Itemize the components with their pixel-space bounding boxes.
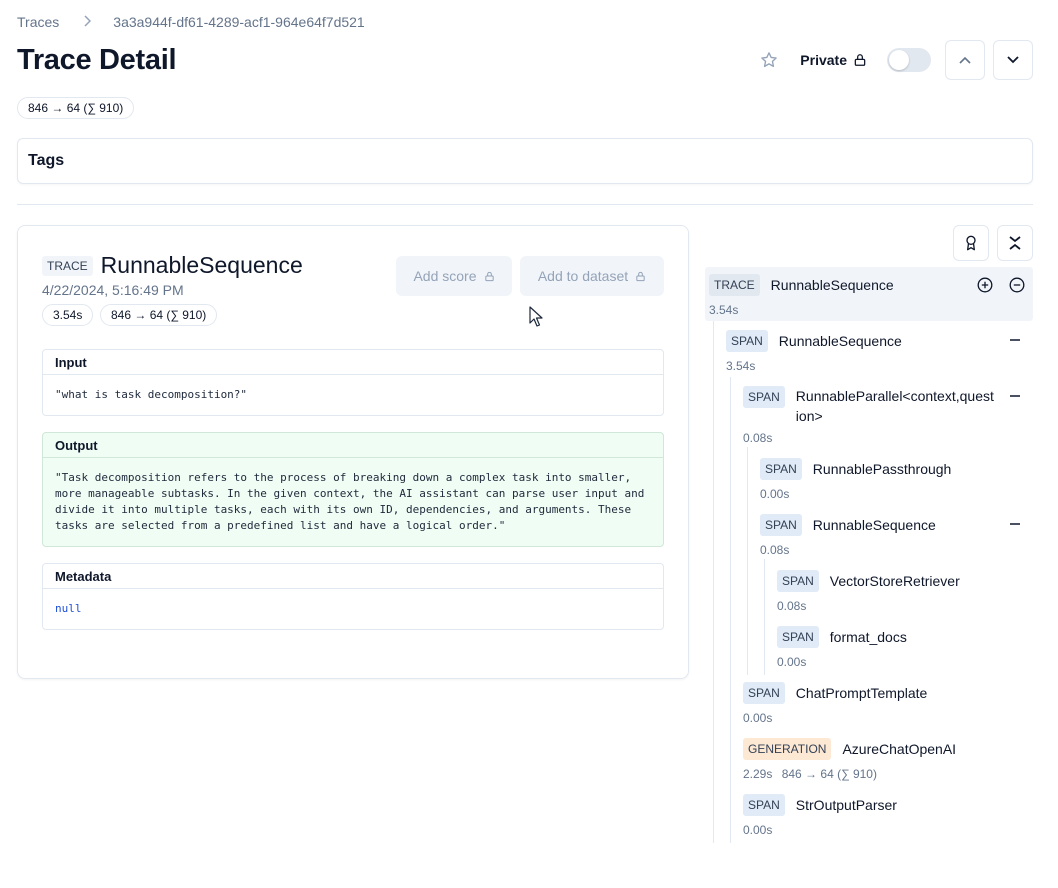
add-to-dataset-button[interactable]: Add to dataset <box>520 256 664 296</box>
tree-node-type: SPAN <box>760 458 802 480</box>
add-dataset-label: Add to dataset <box>537 268 629 284</box>
tree-guide-line <box>764 559 765 675</box>
lock-icon <box>636 271 645 281</box>
divider <box>17 204 1033 205</box>
metadata-header: Metadata <box>43 564 663 589</box>
add-score-button[interactable]: Add score <box>396 256 512 296</box>
next-trace-button[interactable] <box>993 40 1033 80</box>
observation-timestamp: 4/22/2024, 5:16:49 PM <box>42 282 184 298</box>
tree-node-type: TRACE <box>709 274 760 296</box>
tree-node-type: SPAN <box>743 794 785 816</box>
tree-node-name: VectorStoreRetriever <box>829 573 960 589</box>
breadcrumb: Traces 3a3a944f-df61-4289-acf1-964e64f7d… <box>17 13 365 31</box>
breadcrumb-trace-id: 3a3a944f-df61-4289-acf1-964e64f7d521 <box>113 14 365 30</box>
input-value[interactable]: "what is task decomposition?" <box>43 375 663 413</box>
tree-node-type: SPAN <box>743 386 785 408</box>
tree-node-latency: 0.00s <box>743 823 773 837</box>
mouse-pointer-icon <box>529 306 543 333</box>
tree-node-span[interactable]: SPAN StrOutputParser <box>743 794 897 816</box>
usage-pill: 846 → 64 (∑ 910) <box>100 304 218 326</box>
observation-name: RunnableSequence <box>100 252 303 278</box>
tree-node-span[interactable]: SPAN RunnableParallel<context,question> <box>743 386 996 426</box>
minus-circle-icon[interactable] <box>1009 277 1025 293</box>
tree-node-span[interactable]: SPAN RunnableSequence <box>760 514 936 536</box>
private-label: Private <box>800 52 867 68</box>
tree-guide-line <box>730 377 731 843</box>
tree-guide-line <box>713 321 714 843</box>
tree-node-type: SPAN <box>777 570 819 592</box>
lock-icon <box>854 54 866 66</box>
tree-node-latency: 0.08s <box>777 599 807 613</box>
tree-node-name: StrOutputParser <box>795 797 897 813</box>
minus-icon[interactable] <box>1007 332 1023 348</box>
tree-node-type: GENERATION <box>743 738 832 760</box>
star-icon[interactable] <box>760 51 778 69</box>
chevron-down-icon <box>1007 56 1019 64</box>
tree-node-name: RunnableSequence <box>770 277 894 293</box>
plus-circle-icon[interactable] <box>977 277 993 293</box>
tree-node-latency: 0.00s <box>777 655 807 669</box>
latency-badge: 3.54s <box>42 304 94 326</box>
previous-trace-button[interactable] <box>945 40 985 80</box>
tree-node-name: RunnableSequence <box>812 517 936 533</box>
tree-node-latency: 0.00s <box>760 487 790 501</box>
breadcrumb-traces-link[interactable]: Traces <box>17 14 59 30</box>
tree-node-latency-value: 2.29s <box>743 767 773 781</box>
tree-node-name: AzureChatOpenAI <box>842 741 957 757</box>
input-header: Input <box>43 350 663 375</box>
tree-node-latency: 0.08s <box>760 543 790 557</box>
output-panel: Output "Task decomposition refers to the… <box>42 432 664 547</box>
tree-node-span[interactable]: SPAN RunnablePassthrough <box>760 458 951 480</box>
input-panel: Input "what is task decomposition?" <box>42 349 664 416</box>
private-toggle[interactable] <box>887 48 931 72</box>
metadata-value[interactable]: null <box>43 589 663 627</box>
tree-node-trace[interactable]: TRACE RunnableSequence <box>709 274 894 296</box>
tags-card[interactable]: Tags <box>17 138 1033 184</box>
chevron-right-icon <box>83 14 92 30</box>
tree-node-latency: 0.08s <box>743 431 773 445</box>
usage-badge: 846 → 64 (∑ 910) <box>17 97 135 119</box>
tags-label: Tags <box>28 152 65 169</box>
add-score-label: Add score <box>413 268 477 284</box>
tree-node-name: RunnableParallel<context,question> <box>795 388 994 424</box>
tree-node-span[interactable]: SPAN ChatPromptTemplate <box>743 682 927 704</box>
header-actions: Private <box>760 40 1033 80</box>
tree-node-span[interactable]: SPAN VectorStoreRetriever <box>777 570 960 592</box>
tree-node-latency: 0.00s <box>743 711 773 725</box>
tree-node-span[interactable]: SPAN format_docs <box>777 626 907 648</box>
tree-node-type: SPAN <box>726 330 768 352</box>
tree-node-name: RunnableSequence <box>778 333 902 349</box>
tree-node-latency: 3.54s <box>709 303 739 317</box>
lock-icon <box>484 271 494 281</box>
tree-node-usage: 846 → 64 (∑ 910) <box>781 767 877 781</box>
collapse-all-button[interactable] <box>997 225 1033 261</box>
tree-node-name: RunnablePassthrough <box>812 461 952 477</box>
page-title: Trace Detail <box>17 44 177 76</box>
tree-node-latency: 3.54s <box>726 359 756 373</box>
minus-icon[interactable] <box>1007 516 1023 532</box>
output-value[interactable]: "Task decomposition refers to the proces… <box>43 458 663 544</box>
chevron-up-icon <box>959 56 971 64</box>
minus-icon[interactable] <box>1007 388 1023 404</box>
output-header: Output <box>43 433 663 458</box>
collapse-all-icon <box>1009 236 1021 250</box>
tree-node-type: SPAN <box>760 514 802 536</box>
tree-node-span[interactable]: SPAN RunnableSequence <box>726 330 902 352</box>
scores-toggle-button[interactable] <box>953 225 989 261</box>
private-text: Private <box>800 52 847 68</box>
tree-node-name: ChatPromptTemplate <box>795 685 928 701</box>
tree-node-type: SPAN <box>743 682 785 704</box>
observation-header: TRACE RunnableSequence <box>42 252 303 279</box>
award-icon <box>966 235 976 251</box>
tree-node-latency: 2.29s 846 → 64 (∑ 910) <box>743 767 877 781</box>
tree-node-name: format_docs <box>829 629 907 645</box>
observation-type-tag: TRACE <box>42 255 93 276</box>
tree-node-generation[interactable]: GENERATION AzureChatOpenAI <box>743 738 956 760</box>
tree-node-type: SPAN <box>777 626 819 648</box>
observation-detail-card: TRACE RunnableSequence 4/22/2024, 5:16:4… <box>17 225 689 679</box>
tree-guide-line <box>747 447 748 675</box>
metadata-panel: Metadata null <box>42 563 664 630</box>
